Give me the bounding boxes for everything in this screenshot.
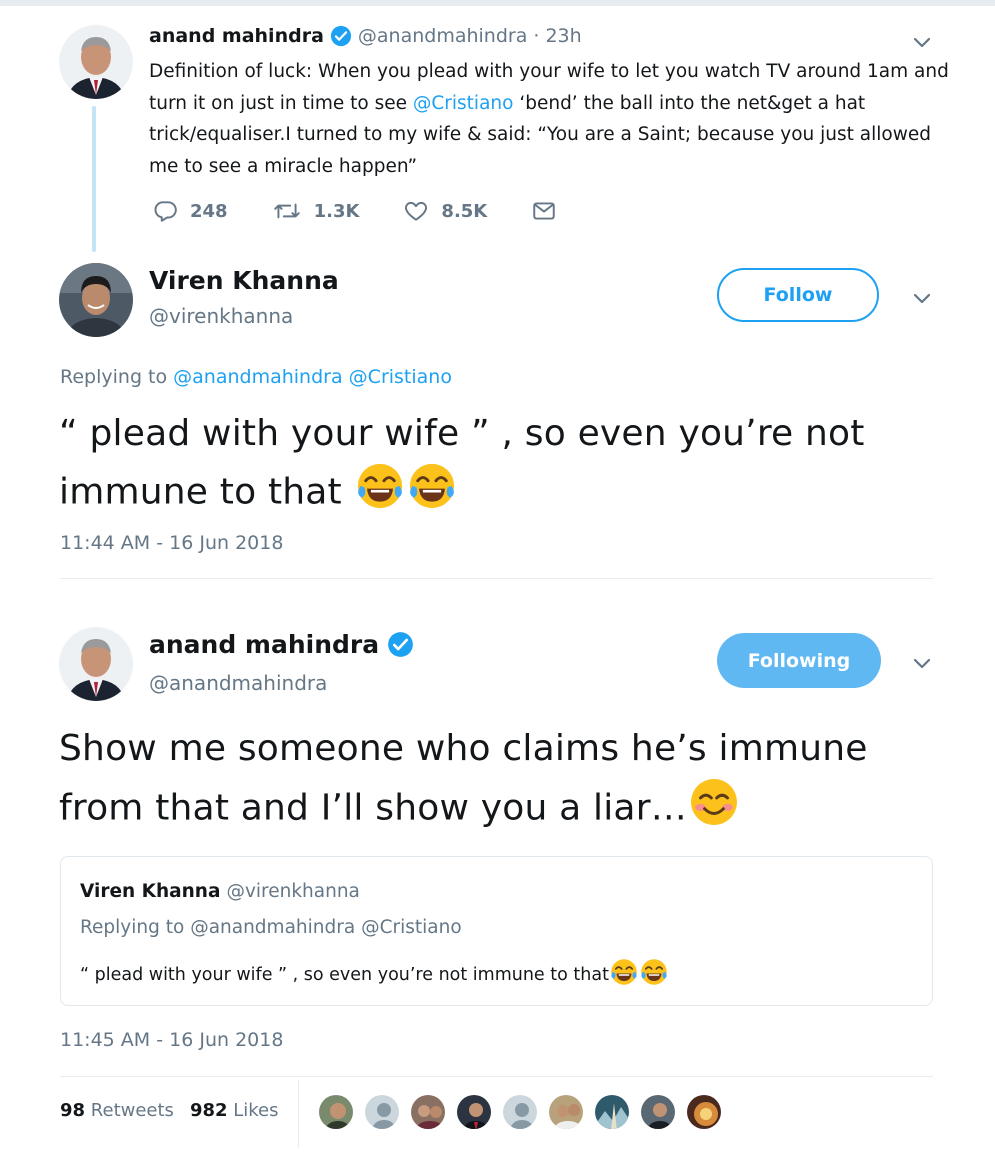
mention-link[interactable]: @anandmahindra (173, 366, 342, 388)
retweet-button[interactable]: 1.3K (272, 198, 360, 224)
reply-replying-to: Replying to @anandmahindra @Cristiano (60, 366, 452, 388)
tears-of-joy-emoji (609, 957, 639, 992)
heart-icon (403, 198, 429, 224)
avatar[interactable] (593, 1093, 631, 1131)
liker-avatars (317, 1093, 723, 1131)
quoted-author-handle: @virenkhanna (226, 881, 360, 902)
direct-message-button[interactable] (531, 198, 557, 224)
tears-of-joy-emoji (354, 460, 406, 527)
divider (60, 578, 933, 579)
retweet-icon (272, 198, 302, 224)
reply-author-handle[interactable]: @virenkhanna (149, 304, 293, 328)
divider (298, 1080, 299, 1148)
mention-link[interactable]: @Cristiano (413, 93, 514, 114)
reply-timestamp[interactable]: 11:44 AM - 16 Jun 2018 (60, 532, 283, 554)
likes-stat[interactable]: 982 Likes (190, 1100, 279, 1121)
quoted-author-name: Viren Khanna (80, 881, 221, 902)
reply-author-name[interactable]: Viren Khanna (149, 266, 339, 295)
main-author-header: anand mahindra (149, 630, 414, 659)
engagement-stats: 98 Retweets 982 Likes (60, 1100, 279, 1121)
parent-header: anand mahindra @anandmahindra · 23h (149, 25, 582, 47)
retweets-stat[interactable]: 98 Retweets (60, 1100, 174, 1121)
chevron-down-icon[interactable] (910, 30, 934, 54)
mention-link[interactable]: @Cristiano (349, 366, 452, 388)
top-edge (0, 0, 995, 6)
avatar[interactable] (363, 1093, 401, 1131)
like-count: 8.5K (441, 200, 488, 222)
following-button[interactable]: Following (717, 633, 881, 688)
parent-avatar[interactable] (59, 25, 133, 99)
parent-author-handle[interactable]: @anandmahindra (358, 25, 527, 47)
verified-badge-icon (330, 25, 352, 47)
quoted-replying-to: Replying to @anandmahindra @Cristiano (80, 917, 462, 938)
envelope-icon (531, 198, 557, 224)
parent-time[interactable]: · 23h (533, 25, 581, 47)
smiling-face-emoji (687, 775, 741, 844)
reply-button[interactable]: 248 (152, 198, 228, 224)
avatar[interactable] (501, 1093, 539, 1131)
main-author-handle[interactable]: @anandmahindra (149, 671, 327, 695)
parent-tweet-text: Definition of luck: When you plead with … (149, 61, 949, 177)
avatar[interactable] (639, 1093, 677, 1131)
reply-avatar[interactable] (59, 263, 133, 337)
like-button[interactable]: 8.5K (403, 198, 487, 224)
retweet-count: 1.3K (313, 200, 360, 222)
avatar[interactable] (547, 1093, 585, 1131)
reply-icon (152, 198, 178, 224)
tears-of-joy-emoji (406, 460, 458, 527)
verified-badge-icon (387, 631, 414, 658)
chevron-down-icon[interactable] (910, 651, 934, 675)
thread-connector (92, 106, 96, 252)
avatar[interactable] (685, 1093, 723, 1131)
avatar[interactable] (455, 1093, 493, 1131)
main-timestamp[interactable]: 11:45 AM - 16 Jun 2018 (60, 1029, 283, 1051)
divider (60, 1076, 933, 1077)
follow-button[interactable]: Follow (717, 268, 879, 322)
main-author-name[interactable]: anand mahindra (149, 630, 379, 659)
main-tweet-text: Show me someone who claims he’s immune f… (59, 723, 939, 844)
avatar[interactable] (409, 1093, 447, 1131)
quoted-tweet-text: “ plead with your wife ” , so even you’r… (80, 957, 669, 992)
quoted-tweet-header: Viren Khanna @virenkhanna (80, 881, 360, 902)
parent-author-name[interactable]: anand mahindra (149, 25, 324, 47)
reply-tweet-text: “ plead with your wife ” , so even you’r… (59, 408, 939, 527)
chevron-down-icon[interactable] (910, 286, 934, 310)
tears-of-joy-emoji (639, 957, 669, 992)
parent-action-bar: 248 1.3K 8.5K (152, 198, 557, 224)
reply-count: 248 (190, 200, 228, 222)
avatar[interactable] (317, 1093, 355, 1131)
quoted-tweet[interactable]: Viren Khanna @virenkhanna Replying to @a… (60, 856, 933, 1006)
main-avatar[interactable] (59, 627, 133, 701)
